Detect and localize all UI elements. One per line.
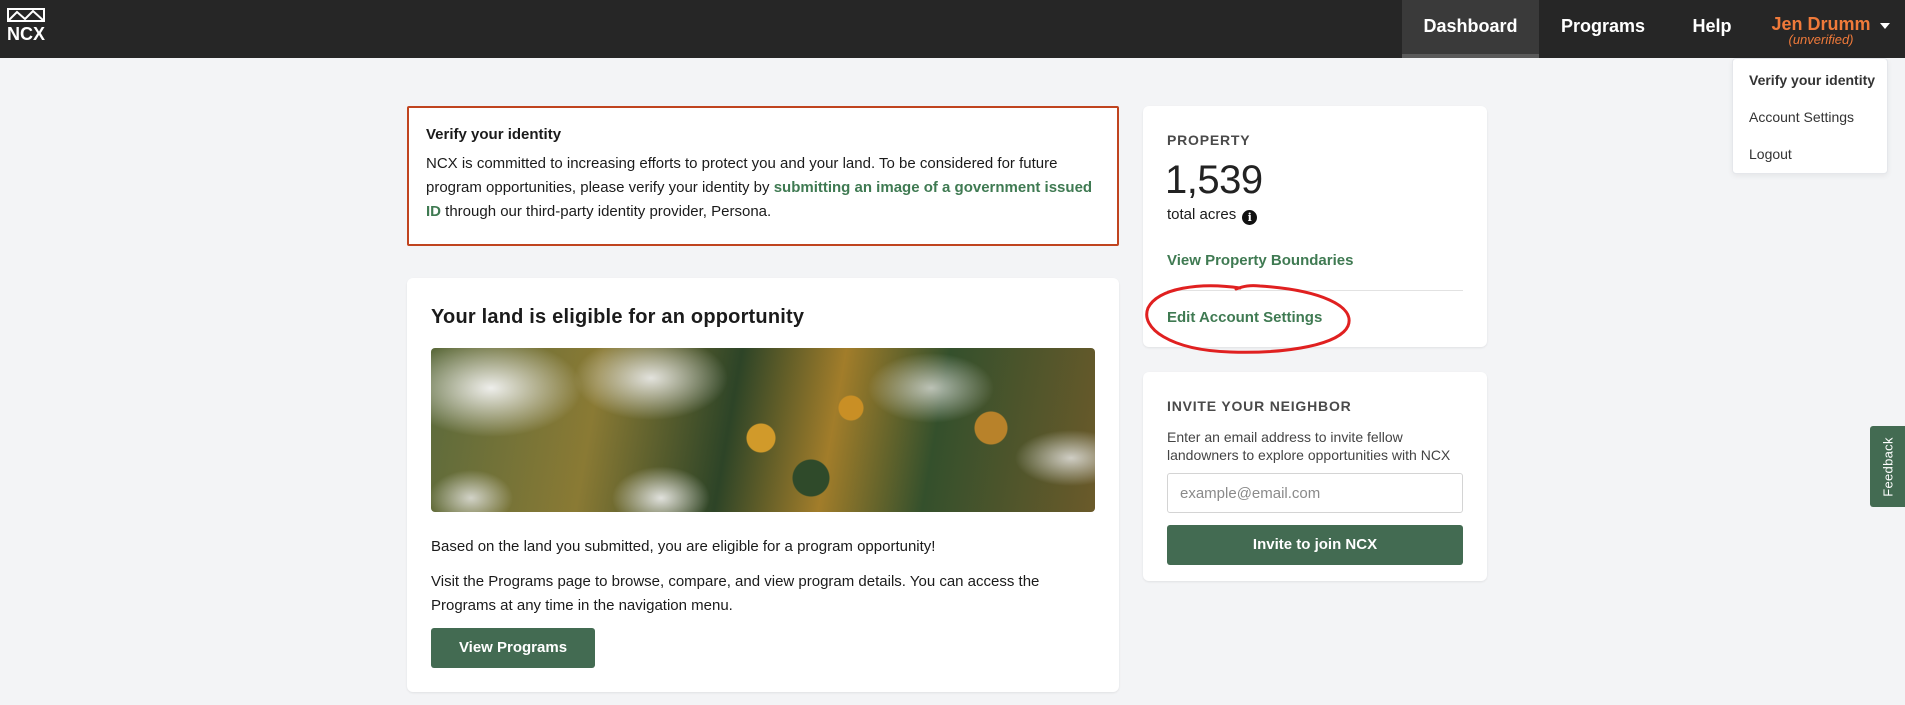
nav-programs[interactable]: Programs xyxy=(1553,0,1653,58)
menu-item-logout[interactable]: Logout xyxy=(1749,146,1792,162)
menu-item-account-settings[interactable]: Account Settings xyxy=(1749,109,1854,125)
invite-email-input[interactable] xyxy=(1167,473,1463,513)
nav-help[interactable]: Help xyxy=(1677,0,1747,58)
divider xyxy=(1167,290,1463,291)
total-acres-value: 1,539 xyxy=(1165,158,1263,202)
feedback-tab[interactable]: Feedback xyxy=(1870,426,1905,507)
alert-title: Verify your identity xyxy=(426,126,562,143)
nav-dashboard[interactable]: Dashboard xyxy=(1402,0,1539,58)
invite-neighbor-card: INVITE YOUR NEIGHBOR Enter an email addr… xyxy=(1143,372,1487,581)
user-verification-status: (unverified) xyxy=(1788,32,1854,47)
info-icon[interactable]: i xyxy=(1242,210,1258,225)
alert-body: NCX is committed to increasing efforts t… xyxy=(426,152,1100,224)
forest-image xyxy=(431,348,1095,512)
invite-button[interactable]: Invite to join NCX xyxy=(1167,525,1463,565)
verify-identity-alert: Verify your identity NCX is committed to… xyxy=(407,106,1119,246)
property-card: PROPERTY 1,539 total acres i View Propert… xyxy=(1143,106,1487,347)
caret-down-icon xyxy=(1880,23,1890,29)
svg-text:NCX: NCX xyxy=(7,24,45,42)
opportunity-card: Your land is eligible for an opportunity… xyxy=(407,278,1119,692)
invite-label: INVITE YOUR NEIGHBOR xyxy=(1167,398,1352,414)
user-dropdown-menu: Verify your identity Account Settings Lo… xyxy=(1732,58,1888,174)
total-acres-label: total acres i xyxy=(1167,206,1258,225)
top-navbar: NCX Dashboard Programs Help Jen Drumm (u… xyxy=(0,0,1905,58)
ncx-logo[interactable]: NCX xyxy=(7,8,53,44)
invite-description: Enter an email address to invite fellow … xyxy=(1167,429,1451,463)
user-menu-toggle[interactable]: Jen Drumm (unverified) xyxy=(1758,13,1890,51)
acres-unit-text: total acres xyxy=(1167,206,1237,223)
opportunity-text: Based on the land you submitted, you are… xyxy=(431,538,936,555)
feedback-label: Feedback xyxy=(1880,436,1895,497)
menu-item-verify-identity[interactable]: Verify your identity xyxy=(1749,72,1875,88)
edit-account-settings-link[interactable]: Edit Account Settings xyxy=(1167,309,1322,326)
property-label: PROPERTY xyxy=(1167,132,1251,148)
view-programs-button[interactable]: View Programs xyxy=(431,628,595,668)
opportunity-title: Your land is eligible for an opportunity xyxy=(431,306,805,328)
opportunity-details-text: Visit the Programs page to browse, compa… xyxy=(431,573,1040,614)
alert-text-after: through our third-party identity provide… xyxy=(441,203,772,220)
view-property-boundaries-link[interactable]: View Property Boundaries xyxy=(1167,252,1353,269)
